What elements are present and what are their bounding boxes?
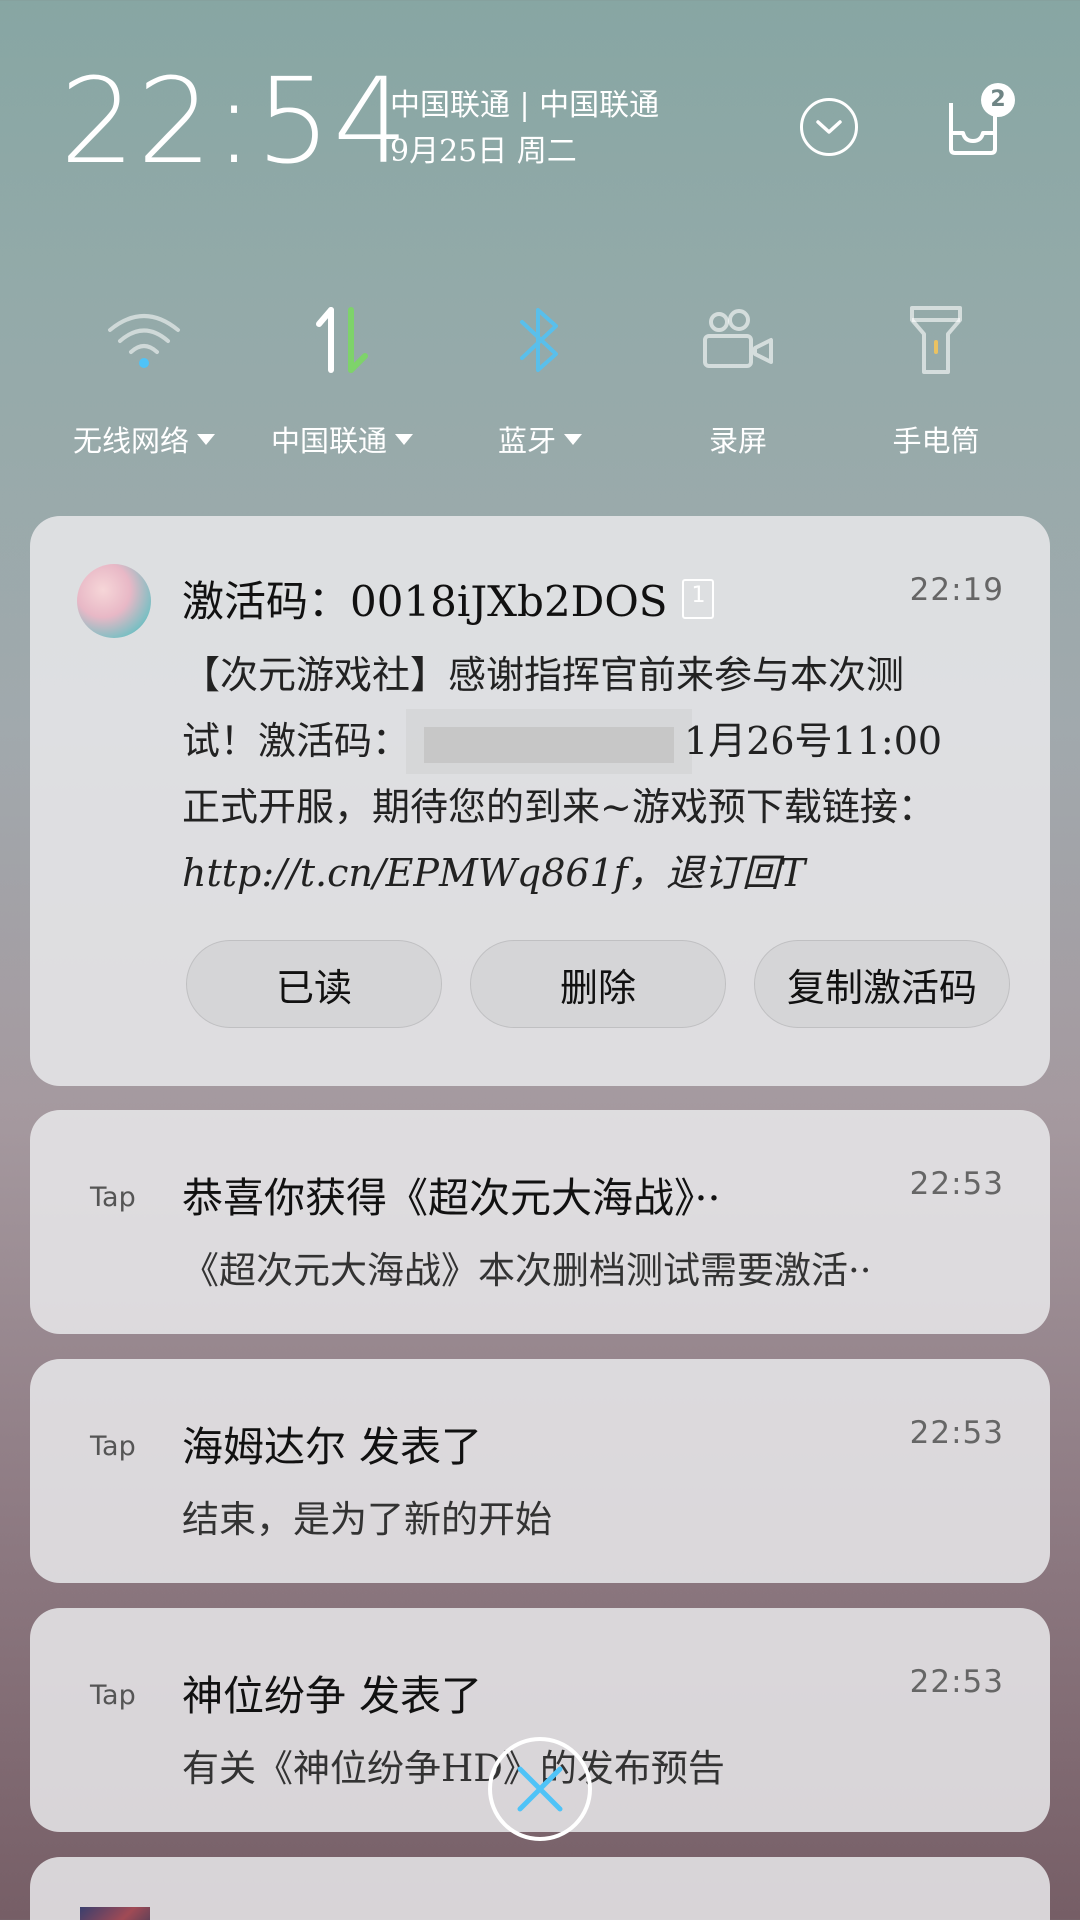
notification-title: 恭喜你获得《超次元大海战》·· bbox=[182, 1174, 721, 1222]
dropdown-caret-icon[interactable] bbox=[564, 433, 582, 445]
notification-body: 【次元游戏社】感谢指挥官前来参与本次测 试！激活码： 1月26号11:00 正式开… bbox=[182, 642, 1012, 906]
notification-body: 《超次元大海战》本次删档测试需要激活·· bbox=[182, 1249, 872, 1292]
bluetooth-icon bbox=[520, 308, 558, 372]
notification-title: 神位纷争 发表了 bbox=[182, 1672, 483, 1720]
notification-body: 结束，是为了新的开始 bbox=[182, 1498, 552, 1541]
toggle-mobile-data[interactable]: 中国联通 bbox=[243, 300, 441, 470]
notification-item[interactable]: Tap 海姆达尔 发表了 22:53 结束，是为了新的开始 bbox=[30, 1359, 1050, 1583]
notification-time: 22:53 bbox=[909, 1166, 1004, 1202]
toggle-label-wifi: 无线网络 bbox=[72, 424, 189, 458]
notification-title: 海姆达尔 发表了 bbox=[182, 1423, 483, 1471]
chevron-down-icon bbox=[816, 120, 842, 134]
notification-item[interactable]: 亦贝 bbox=[30, 1857, 1050, 1920]
toggle-label-screen-record: 录屏 bbox=[708, 424, 767, 458]
toggle-bluetooth[interactable]: 蓝牙 bbox=[441, 300, 639, 470]
sim-card-icon bbox=[681, 578, 714, 619]
tray-badge-count: 2 bbox=[981, 83, 1015, 117]
flashlight-icon bbox=[910, 306, 962, 374]
toggle-label-carrier: 中国联通 bbox=[270, 424, 387, 458]
wifi-icon bbox=[108, 314, 180, 368]
body-text: 1月26号11:00 bbox=[684, 719, 943, 763]
dropdown-caret-icon[interactable] bbox=[197, 433, 215, 445]
notification-body: 有关《神位纷争HD》的发布预告 bbox=[182, 1747, 725, 1790]
quick-settings-toggles: 无线网络 中国联通 蓝牙 录屏 手电筒 bbox=[45, 300, 1035, 470]
notification-time: 22:53 bbox=[909, 1415, 1004, 1451]
copy-code-button[interactable]: 复制激活码 bbox=[754, 940, 1010, 1028]
sms-notification-card[interactable]: 激活码：0018iJXb2DOS 22:19 【次元游戏社】感谢指挥官前来参与本… bbox=[30, 516, 1050, 1086]
sender-avatar bbox=[77, 564, 151, 638]
toggle-wifi[interactable]: 无线网络 bbox=[45, 300, 243, 470]
notification-time: 22:53 bbox=[909, 1664, 1004, 1700]
date-label: 9月25日 周二 bbox=[390, 134, 577, 169]
status-header: 22:54 中国联通 | 中国联通 9月25日 周二 2 bbox=[0, 0, 1080, 240]
notification-tray-button[interactable]: 2 bbox=[945, 83, 1015, 157]
notification-time: 22:19 bbox=[909, 572, 1004, 608]
mark-read-button[interactable]: 已读 bbox=[186, 940, 442, 1028]
body-line: 【次元游戏社】感谢指挥官前来参与本次测 bbox=[182, 653, 905, 697]
notification-item[interactable]: Tap 恭喜你获得《超次元大海战》·· 22:53 《超次元大海战》本次删档测试… bbox=[30, 1110, 1050, 1334]
notification-title: 亦贝 bbox=[182, 1911, 882, 1920]
app-thumbnail bbox=[80, 1907, 150, 1920]
app-name: Tap bbox=[90, 1431, 136, 1462]
notification-actions: 已读 删除 复制激活码 bbox=[186, 940, 1010, 1028]
toggle-screen-record[interactable]: 录屏 bbox=[639, 300, 837, 470]
redacted-code-block bbox=[424, 726, 675, 763]
toggle-label-bluetooth: 蓝牙 bbox=[497, 424, 556, 458]
app-name: Tap bbox=[90, 1680, 136, 1711]
notification-title: 激活码：0018iJXb2DOS bbox=[182, 577, 668, 626]
screen-record-icon bbox=[703, 309, 773, 368]
clear-all-button[interactable] bbox=[488, 1737, 592, 1841]
body-link-line[interactable]: http://t.cn/EPMWq861f，退订回T bbox=[182, 840, 1012, 906]
mobile-data-icon bbox=[316, 307, 368, 373]
toggle-label-flashlight: 手电筒 bbox=[892, 424, 980, 458]
delete-button[interactable]: 删除 bbox=[470, 940, 726, 1028]
app-name: Tap bbox=[90, 1182, 136, 1213]
clock: 22:54 bbox=[60, 52, 411, 190]
body-text: 试！激活码： bbox=[182, 719, 411, 763]
dropdown-caret-icon[interactable] bbox=[395, 433, 413, 445]
expand-panel-button[interactable] bbox=[800, 98, 858, 156]
toggle-flashlight[interactable]: 手电筒 bbox=[837, 300, 1035, 470]
carrier-names: 中国联通 | 中国联通 bbox=[390, 88, 660, 123]
body-line: 试！激活码： 1月26号11:00 bbox=[182, 708, 1012, 774]
close-icon bbox=[517, 1766, 563, 1812]
body-line: 正式开服，期待您的到来~游戏预下载链接： bbox=[182, 785, 936, 829]
